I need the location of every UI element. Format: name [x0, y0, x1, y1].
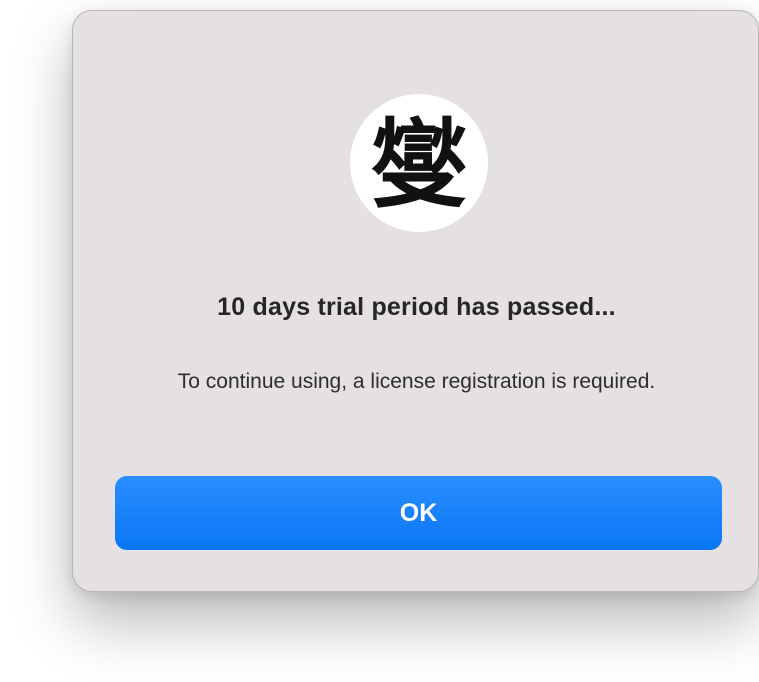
- alert-message: To continue using, a license registratio…: [177, 370, 656, 393]
- app-logo-glyph: 燮: [371, 108, 467, 221]
- app-logo-icon: 燮: [350, 94, 488, 232]
- screen: 燮 10 days trial period has passed... To …: [0, 0, 759, 682]
- alert-title: 10 days trial period has passed...: [217, 293, 616, 321]
- trial-expired-alert-dialog: 燮 10 days trial period has passed... To …: [72, 10, 759, 592]
- ok-button[interactable]: OK: [115, 476, 722, 550]
